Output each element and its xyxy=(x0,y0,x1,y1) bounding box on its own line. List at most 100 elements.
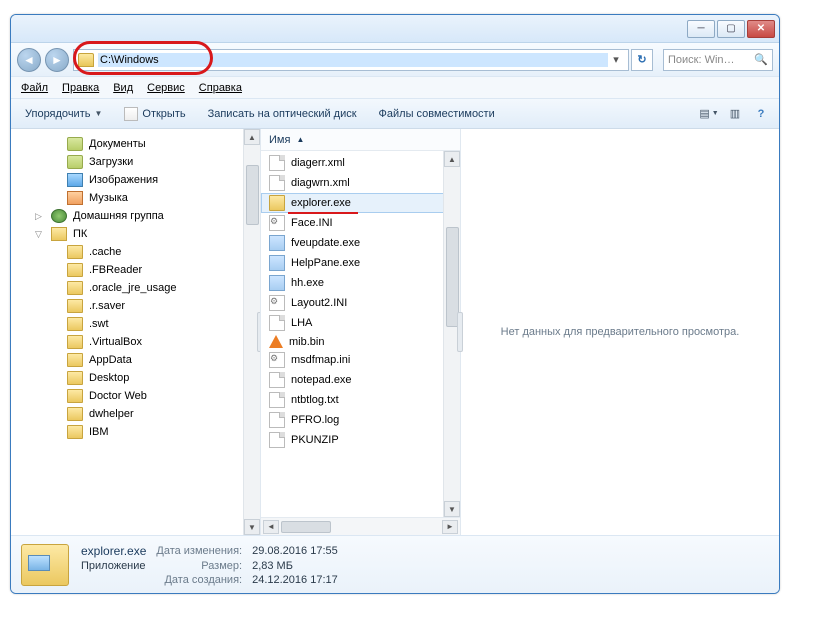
maximize-button[interactable]: ▢ xyxy=(717,20,745,38)
column-header-name[interactable]: Имя▲ xyxy=(261,129,460,151)
preview-pane-button[interactable]: ▥ xyxy=(725,105,745,123)
scroll-up[interactable]: ▲ xyxy=(244,129,260,145)
folder-icon xyxy=(67,299,83,313)
scroll-down[interactable]: ▼ xyxy=(244,519,260,535)
file-icon xyxy=(269,235,285,251)
file-item[interactable]: PKUNZIP xyxy=(261,430,460,450)
tree-item-label: .cache xyxy=(89,246,121,258)
menu-edit[interactable]: Правка xyxy=(62,82,99,94)
tree-item-label: Документы xyxy=(89,138,146,150)
details-pane: explorer.exe Дата изменения: 29.08.2016 … xyxy=(11,535,779,593)
tree-item[interactable]: Документы xyxy=(11,135,260,153)
tree-item[interactable]: Desktop xyxy=(11,369,260,387)
file-item[interactable]: explorer.exe xyxy=(261,193,460,213)
tree-item[interactable]: Doctor Web xyxy=(11,387,260,405)
close-button[interactable]: ✕ xyxy=(747,20,775,38)
burn-button[interactable]: Записать на оптический диск xyxy=(202,106,363,122)
view-mode-button[interactable]: ▤▼ xyxy=(699,105,719,123)
file-item[interactable]: Face.INI xyxy=(261,213,460,233)
scroll-up[interactable]: ▲ xyxy=(444,151,460,167)
file-label: diagwrn.xml xyxy=(291,177,350,189)
address-bar[interactable]: ▾ xyxy=(73,49,629,71)
navigation-row: ◄ ► ▾ ↻ Поиск: Win… 🔍 xyxy=(11,43,779,77)
file-item[interactable]: notepad.exe xyxy=(261,370,460,390)
lib-icon xyxy=(67,137,83,151)
tree-item[interactable]: IBM xyxy=(11,423,260,441)
forward-button[interactable]: ► xyxy=(45,48,69,72)
menu-tools[interactable]: Сервис xyxy=(147,82,185,94)
tree-item-label: .oracle_jre_usage xyxy=(89,282,176,294)
tree-item[interactable]: .swt xyxy=(11,315,260,333)
tree-item[interactable]: .r.saver xyxy=(11,297,260,315)
tree-item-label: .FBReader xyxy=(89,264,142,276)
preview-empty-text: Нет данных для предварительного просмотр… xyxy=(501,326,740,338)
page-icon xyxy=(124,107,138,121)
preview-pane: Нет данных для предварительного просмотр… xyxy=(461,129,779,535)
file-hscrollbar[interactable]: ◄ ► xyxy=(261,517,460,535)
tree-item[interactable]: ▽ПК xyxy=(11,225,260,243)
file-item[interactable]: hh.exe xyxy=(261,273,460,293)
tree-item[interactable]: .VirtualBox xyxy=(11,333,260,351)
tree-item[interactable]: dwhelper xyxy=(11,405,260,423)
file-list[interactable]: diagerr.xml diagwrn.xml explorer.exe Face.I… xyxy=(261,151,460,517)
file-label: HelpPane.exe xyxy=(291,257,360,269)
folder-icon xyxy=(67,371,83,385)
menu-view[interactable]: Вид xyxy=(113,82,133,94)
details-modified-label: Дата изменения: xyxy=(156,545,242,557)
menu-help[interactable]: Справка xyxy=(199,82,242,94)
scroll-right[interactable]: ► xyxy=(442,520,458,534)
help-button[interactable]: ? xyxy=(751,105,771,123)
lib-icon xyxy=(67,155,83,169)
tree-item[interactable]: .oracle_jre_usage xyxy=(11,279,260,297)
file-label: hh.exe xyxy=(291,277,324,289)
scroll-left[interactable]: ◄ xyxy=(263,520,279,534)
expand-icon[interactable]: ▽ xyxy=(35,229,45,240)
tree-item[interactable]: Музыка xyxy=(11,189,260,207)
search-box[interactable]: Поиск: Win… 🔍 xyxy=(663,49,773,71)
file-item[interactable]: msdfmap.ini xyxy=(261,350,460,370)
file-label: ntbtlog.txt xyxy=(291,394,339,406)
scroll-down[interactable]: ▼ xyxy=(444,501,460,517)
file-item[interactable]: LHA xyxy=(261,313,460,333)
file-label: diagerr.xml xyxy=(291,157,345,169)
file-item[interactable]: diagerr.xml xyxy=(261,153,460,173)
tree-item[interactable]: Изображения xyxy=(11,171,260,189)
command-bar: Упорядочить▼ Открыть Записать на оптичес… xyxy=(11,99,779,129)
body: Документы ЗагрузкиИзображенияМузыка▷Домаш… xyxy=(11,129,779,535)
refresh-button[interactable]: ↻ xyxy=(631,49,653,71)
file-item[interactable]: mib.bin xyxy=(261,333,460,350)
tree-item-label: .VirtualBox xyxy=(89,336,142,348)
tree-item[interactable]: AppData xyxy=(11,351,260,369)
folder-icon xyxy=(67,281,83,295)
scroll-thumb[interactable] xyxy=(246,165,259,225)
hscroll-thumb[interactable] xyxy=(281,521,331,533)
organize-button[interactable]: Упорядочить▼ xyxy=(19,106,108,122)
file-icon xyxy=(269,255,285,271)
menu-file[interactable]: Файл xyxy=(21,82,48,94)
filelist-resizer[interactable] xyxy=(457,312,463,352)
folder-icon xyxy=(67,335,83,349)
tree-item[interactable]: .cache xyxy=(11,243,260,261)
expand-icon[interactable]: ▷ xyxy=(35,211,45,222)
file-item[interactable]: fveupdate.exe xyxy=(261,233,460,253)
folder-icon xyxy=(67,407,83,421)
folder-icon xyxy=(67,263,83,277)
compat-button[interactable]: Файлы совместимости xyxy=(373,106,501,122)
tree-item[interactable]: ▷Домашняя группа xyxy=(11,207,260,225)
file-item[interactable]: Layout2.INI xyxy=(261,293,460,313)
file-label: explorer.exe xyxy=(291,197,351,209)
minimize-button[interactable]: ─ xyxy=(687,20,715,38)
open-button[interactable]: Открыть xyxy=(118,105,191,123)
back-button[interactable]: ◄ xyxy=(17,48,41,72)
file-item[interactable]: PFRO.log xyxy=(261,410,460,430)
tree-item[interactable]: .FBReader xyxy=(11,261,260,279)
tree-item[interactable]: Загрузки xyxy=(11,153,260,171)
file-item[interactable]: diagwrn.xml xyxy=(261,173,460,193)
address-input[interactable] xyxy=(98,53,608,67)
navigation-tree[interactable]: Документы ЗагрузкиИзображенияМузыка▷Домаш… xyxy=(11,129,261,535)
file-item[interactable]: HelpPane.exe xyxy=(261,253,460,273)
file-item[interactable]: ntbtlog.txt xyxy=(261,390,460,410)
folder-icon xyxy=(67,353,83,367)
tree-item-label: dwhelper xyxy=(89,408,134,420)
address-dropdown[interactable]: ▾ xyxy=(608,53,624,66)
